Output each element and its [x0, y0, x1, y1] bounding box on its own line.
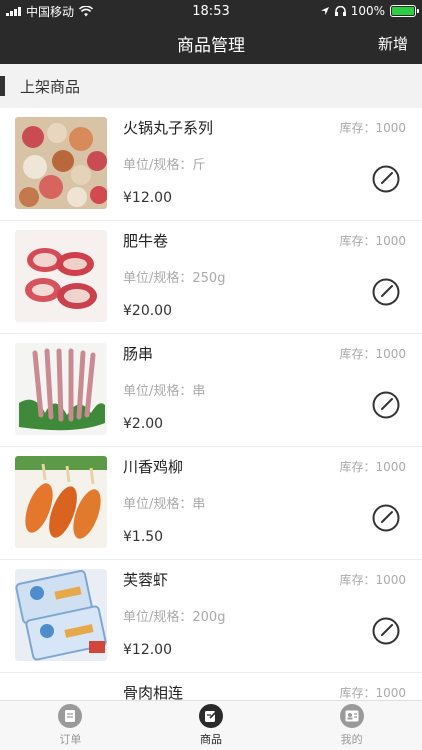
product-price: ¥12.00 — [123, 190, 172, 206]
product-list[interactable]: 火锅丸子系列 库存：1000 单位/规格：斤 ¥12.00 肥牛卷 库存：100… — [0, 108, 422, 700]
signal-icon — [6, 6, 21, 16]
headphones-icon — [334, 6, 346, 16]
product-price: ¥2.00 — [123, 416, 164, 432]
product-name: 肠串 — [123, 345, 154, 363]
edit-icon[interactable] — [372, 617, 400, 645]
product-price: ¥20.00 — [123, 303, 172, 319]
edit-icon[interactable] — [372, 504, 400, 532]
page-title: 商品管理 — [177, 35, 245, 56]
tab-bar: 订单 商品 我的 — [0, 700, 422, 750]
product-item[interactable]: 川香鸡柳 库存：1000 单位/规格：串 ¥1.50 — [0, 447, 422, 560]
section-accent-bar — [0, 76, 5, 96]
tab-label: 我的 — [340, 733, 363, 746]
product-name: 芙蓉虾 — [123, 571, 169, 589]
add-button[interactable]: 新增 — [378, 33, 408, 54]
product-thumbnail — [15, 117, 107, 209]
edit-icon[interactable] — [372, 165, 400, 193]
product-unit: 单位/规格：200g — [123, 610, 226, 625]
wifi-icon — [79, 5, 94, 16]
product-price: ¥1.50 — [123, 529, 164, 545]
product-stock: 库存：1000 — [339, 573, 406, 587]
tab-label: 商品 — [200, 733, 222, 746]
product-unit: 单位/规格：串 — [123, 384, 206, 399]
status-time: 18:53 — [192, 3, 230, 19]
product-price: ¥12.00 — [123, 642, 172, 658]
product-item[interactable]: 火锅丸子系列 库存：1000 单位/规格：斤 ¥12.00 — [0, 108, 422, 221]
tab-orders[interactable]: 订单 — [0, 701, 141, 750]
section-header: 上架商品 — [0, 64, 422, 108]
product-item[interactable]: 肠串 库存：1000 单位/规格：串 ¥2.00 — [0, 334, 422, 447]
product-thumbnail — [15, 230, 107, 322]
carrier-label: 中国移动 — [26, 4, 75, 19]
profile-icon — [339, 704, 364, 728]
product-unit: 单位/规格：斤 — [123, 158, 206, 173]
product-stock: 库存：1000 — [339, 121, 406, 135]
product-name: 骨肉相连 — [123, 684, 184, 700]
location-icon — [320, 7, 329, 15]
product-stock: 库存：1000 — [339, 347, 406, 361]
product-thumbnail — [15, 569, 107, 661]
section-title: 上架商品 — [20, 77, 81, 96]
product-stock: 库存：1000 — [339, 686, 406, 700]
product-thumbnail — [15, 343, 107, 435]
product-item[interactable]: 芙蓉虾 库存：1000 单位/规格：200g ¥12.00 — [0, 560, 422, 673]
product-name: 川香鸡柳 — [123, 458, 184, 476]
product-stock: 库存：1000 — [339, 460, 406, 474]
status-bar: 中国移动 18:53 100% — [0, 0, 422, 22]
battery-icon — [390, 5, 419, 17]
product-unit: 单位/规格：250g — [123, 271, 226, 286]
product-item[interactable]: 肥牛卷 库存：1000 单位/规格：250g ¥20.00 — [0, 221, 422, 334]
product-stock: 库存：1000 — [339, 234, 406, 248]
edit-icon[interactable] — [372, 391, 400, 419]
tab-profile[interactable]: 我的 — [281, 701, 422, 750]
product-item[interactable]: 骨肉相连 库存：1000 — [0, 673, 422, 700]
products-icon — [199, 704, 223, 728]
battery-percent: 100% — [350, 4, 385, 18]
edit-icon[interactable] — [372, 278, 400, 306]
tab-label: 订单 — [59, 733, 82, 746]
product-thumbnail — [15, 456, 107, 548]
product-name: 肥牛卷 — [123, 232, 169, 250]
product-name: 火锅丸子系列 — [123, 119, 214, 137]
product-unit: 单位/规格：串 — [123, 497, 206, 512]
orders-icon — [58, 704, 83, 728]
tab-products[interactable]: 商品 — [141, 701, 282, 750]
nav-bar: 商品管理 新增 — [0, 22, 422, 64]
